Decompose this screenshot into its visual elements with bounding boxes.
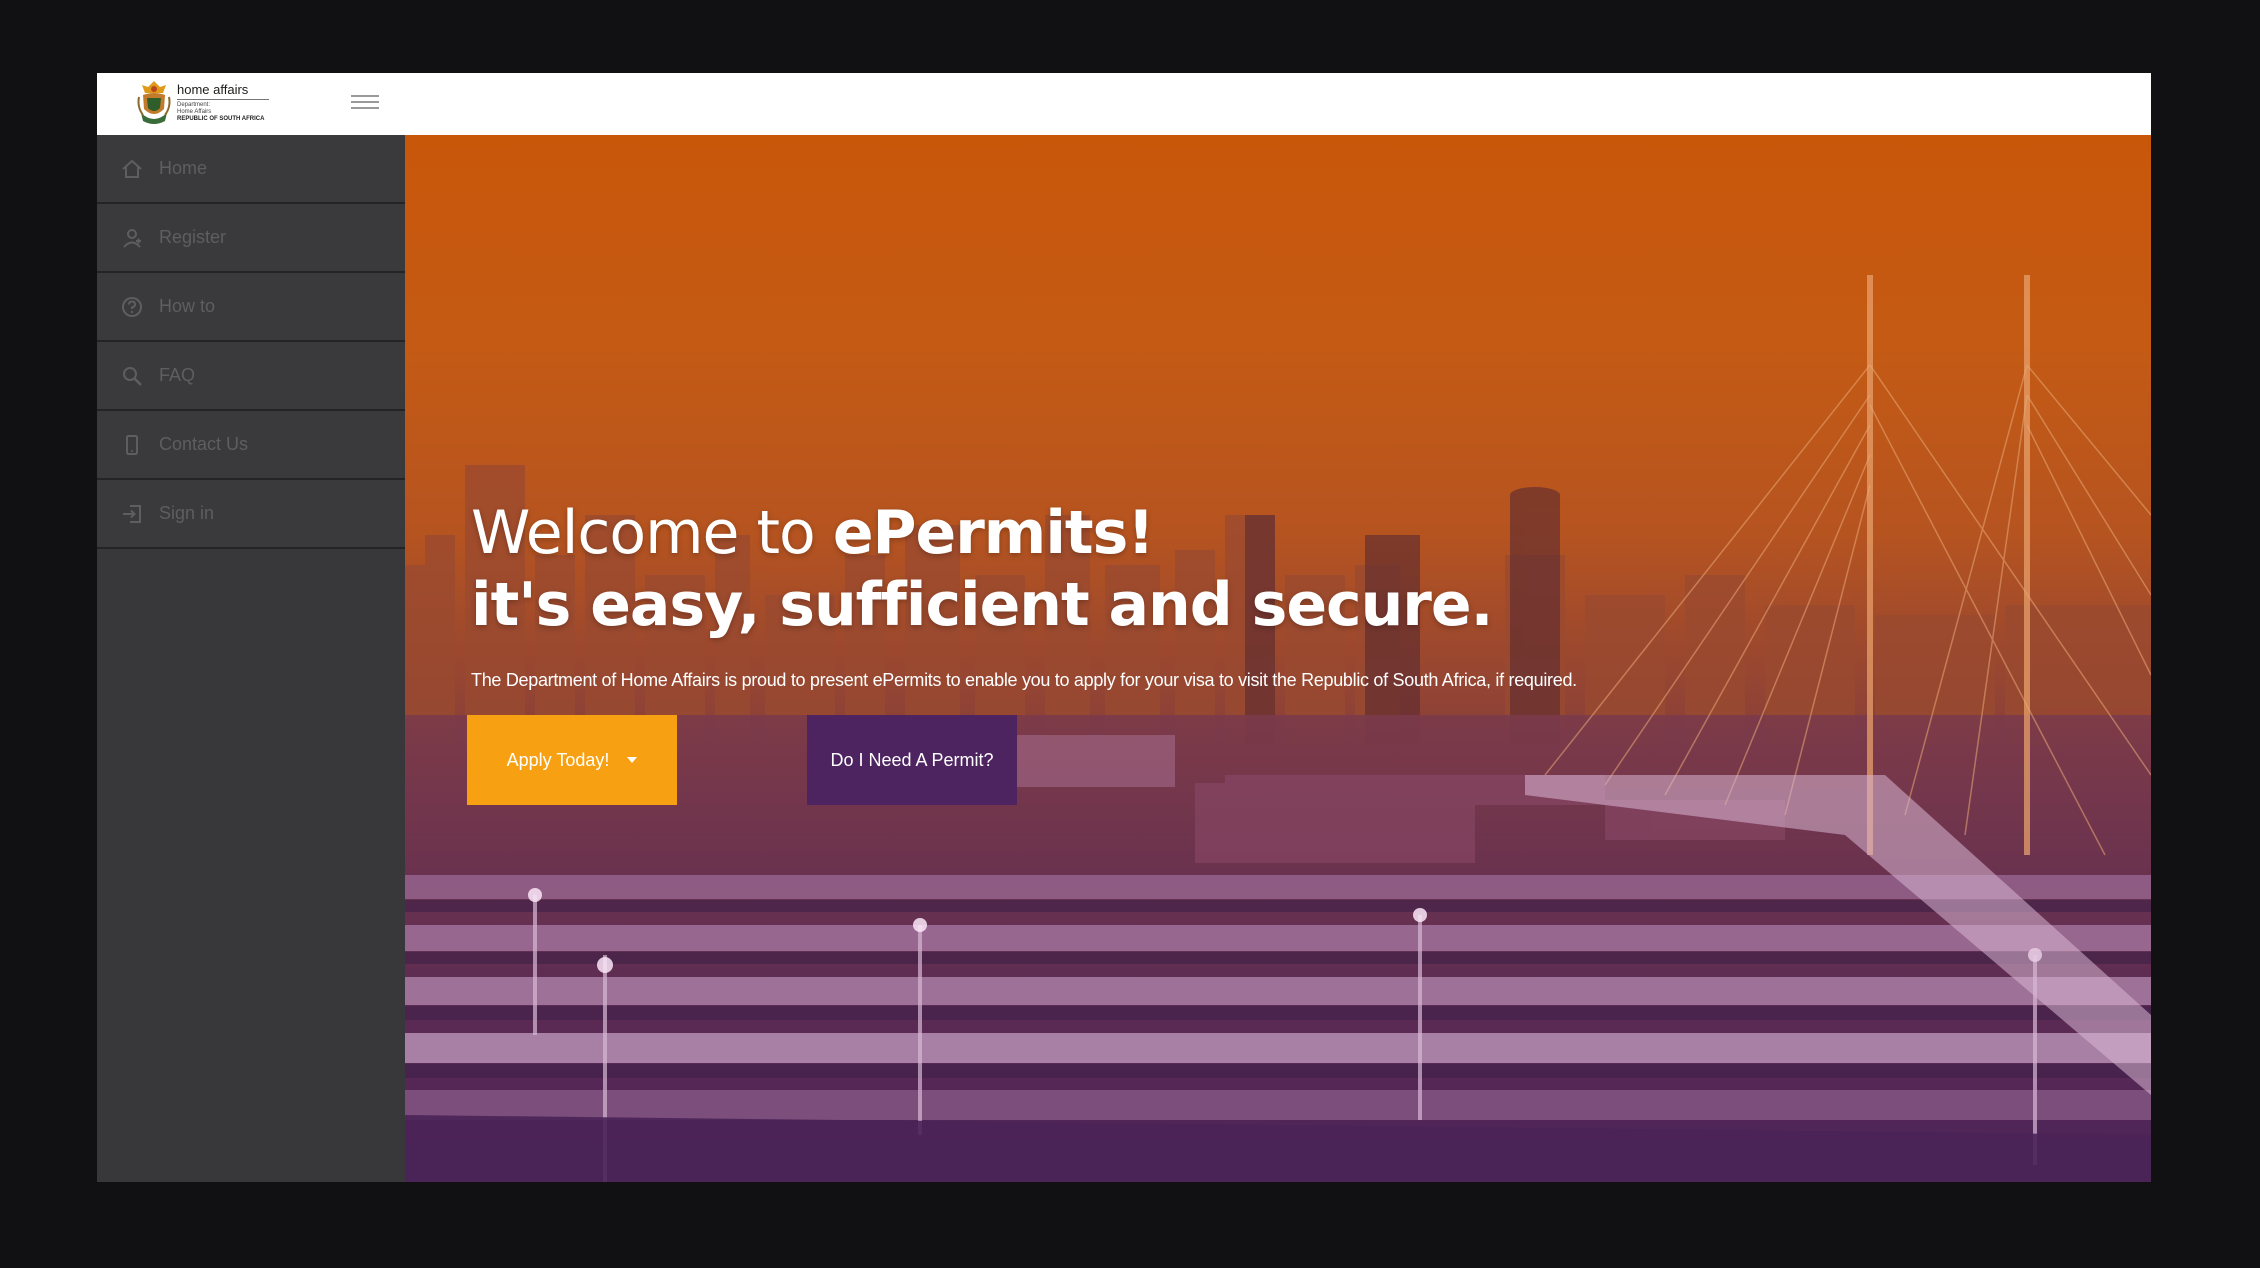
caret-down-icon — [627, 757, 638, 763]
sidebar-item-label: Home — [159, 158, 208, 178]
sidebar-item-contact-us[interactable]: Contact Us — [97, 411, 405, 480]
sidebar-item-register[interactable]: Register — [97, 204, 405, 273]
hero-subtitle: The Department of Home Affairs is proud … — [471, 670, 1577, 690]
logo-subtitle-1: Department: — [177, 102, 211, 108]
hamburger-menu-icon[interactable] — [351, 91, 379, 115]
sidebar-item-faq[interactable]: FAQ — [97, 342, 405, 411]
phone-icon — [119, 432, 145, 458]
home-icon — [119, 156, 145, 182]
home-affairs-logo[interactable]: home affairs Department: Home Affairs RE… — [135, 79, 285, 129]
help-circle-icon — [119, 294, 145, 320]
apply-today-label: Apply Today! — [506, 749, 610, 770]
apply-today-button[interactable]: Apply Today! — [467, 715, 677, 805]
logo-divider — [177, 99, 269, 100]
sidebar-item-home[interactable]: Home — [97, 135, 405, 204]
logo-title: home affairs — [177, 82, 249, 97]
sidebar-nav: Home Register How to FAQ Contact Us Sign… — [97, 135, 406, 1182]
sidebar-item-sign-in[interactable]: Sign in — [97, 480, 405, 549]
hero-banner: Welcome to ePermits! it's easy, sufficie… — [405, 135, 2151, 1182]
sidebar-item-label: Sign in — [159, 503, 215, 523]
register-icon — [119, 225, 145, 251]
sidebar-item-label: Register — [159, 227, 227, 247]
sidebar-item-label: How to — [159, 296, 216, 316]
hero-title-tagline: it's easy, sufficient and secure. — [471, 570, 1493, 640]
logo-text: home affairs Department: Home Affairs RE… — [177, 83, 269, 123]
browser-viewport: home affairs Department: Home Affairs RE… — [97, 73, 2151, 1182]
sidebar-item-label: Contact Us — [159, 434, 249, 454]
logo-subtitle-3: REPUBLIC OF SOUTH AFRICA — [177, 116, 265, 122]
do-i-need-a-permit-button[interactable]: Do I Need A Permit? — [807, 715, 1017, 805]
hero-title-welcome: Welcome to — [471, 498, 833, 568]
logo-subtitle-2: Home Affairs — [177, 109, 212, 115]
permit-button-label: Do I Need A Permit? — [830, 749, 994, 770]
hero-title: Welcome to ePermits! it's easy, sufficie… — [471, 497, 1493, 641]
city-background-image — [405, 275, 2151, 1182]
sidebar-item-label: FAQ — [159, 365, 196, 385]
coat-of-arms-icon — [137, 81, 171, 124]
top-header: home affairs Department: Home Affairs RE… — [97, 73, 2151, 135]
sign-in-icon — [119, 501, 145, 527]
search-icon — [119, 363, 145, 389]
hero-title-brand: ePermits! — [832, 498, 1155, 568]
sidebar-item-how-to[interactable]: How to — [97, 273, 405, 342]
